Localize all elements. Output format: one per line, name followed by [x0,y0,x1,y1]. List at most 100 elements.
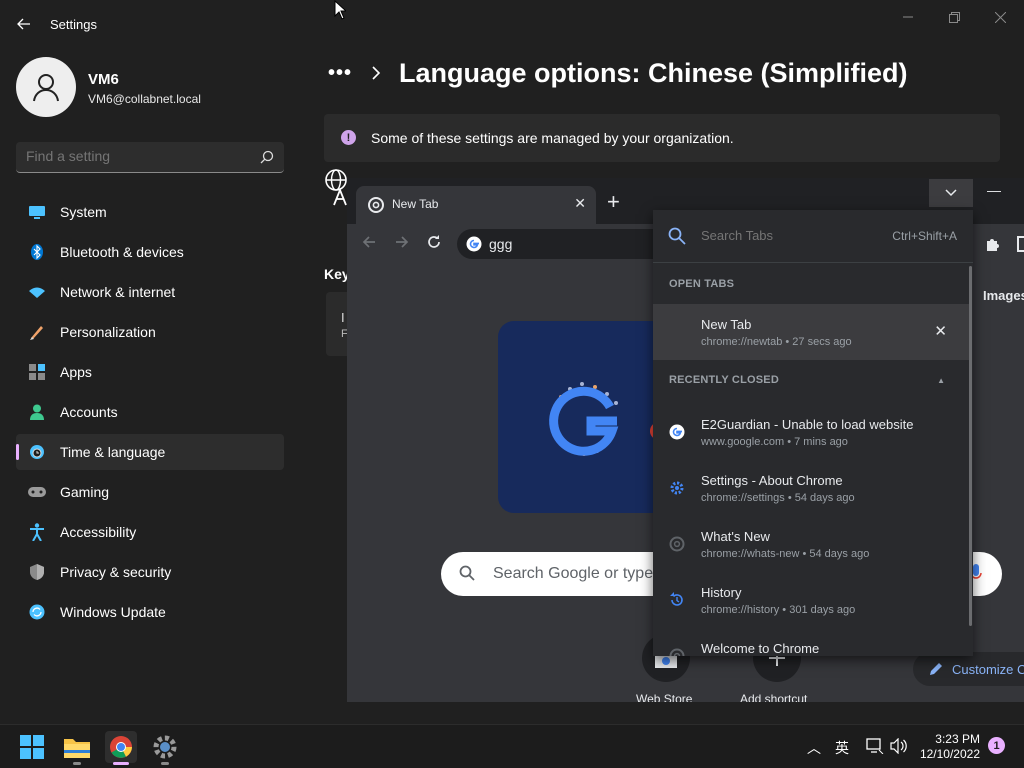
close-button[interactable] [978,6,1022,28]
gear-icon [153,735,177,759]
nav-label: Network & internet [60,284,176,300]
windows-logo-icon [20,735,44,759]
side-panel-icon[interactable] [1017,236,1024,252]
nav-label: Personalization [60,324,156,340]
history-icon [669,592,685,608]
extensions-icon[interactable] [985,236,1001,252]
nav-item-privacy[interactable]: Privacy & security [16,554,284,590]
active-indicator [113,762,129,765]
tab-item-meta: chrome://history • 301 days ago [701,604,856,616]
settings-taskbar-button[interactable] [149,731,181,765]
update-icon [28,603,46,621]
nav-label: Apps [60,364,92,380]
bluetooth-icon [28,243,46,261]
customize-chrome-button[interactable]: Customize C [913,652,1024,686]
back-arrow-icon[interactable] [14,14,34,34]
divider [653,262,973,263]
recently-closed-item[interactable]: Welcome to Chrome [653,628,969,656]
chrome-minimize-button[interactable]: — [987,182,1001,198]
recently-closed-item[interactable]: Settings - About Chrome chrome://setting… [653,460,969,516]
shortcut-label: Web Store [636,692,693,702]
pencil-icon [930,663,942,675]
nav-item-time-language[interactable]: Time & language [16,434,284,470]
settings-nav: System Bluetooth & devices Network & int… [16,194,284,634]
person-icon [28,403,46,421]
tab-search-popup: Ctrl+Shift+A OPEN TABS New Tab chrome://… [653,210,973,656]
nav-label: Privacy & security [60,564,172,580]
accessibility-icon [28,523,46,541]
close-tab-icon[interactable]: ✕ [934,322,947,340]
avatar[interactable] [16,57,76,117]
nav-item-accessibility[interactable]: Accessibility [16,514,284,550]
volume-icon[interactable] [890,738,908,754]
open-tab-item[interactable]: New Tab chrome://newtab • 27 secs ago ✕ [653,304,969,360]
tab-item-meta: www.google.com • 7 mins ago [701,436,848,448]
ime-indicator[interactable]: 英 [835,738,849,758]
tab-item-title: History [701,585,742,600]
settings-search[interactable] [16,142,284,173]
app-title: Settings [50,17,97,32]
recently-closed-item[interactable]: History chrome://history • 301 days ago [653,572,969,628]
google-logo-icon [549,382,668,456]
search-input[interactable] [26,148,246,164]
tab-new-tab[interactable]: New Tab ✕ [356,186,596,224]
chrome-icon [669,536,685,552]
taskbar: ︿ 英 3:23 PM 12/10/2022 1 [0,724,1024,768]
nav-item-gaming[interactable]: Gaming [16,474,284,510]
clock-date: 12/10/2022 [919,747,980,761]
nav-label: System [60,204,107,220]
recently-closed-header: RECENTLY CLOSED [669,374,779,386]
recently-closed-item[interactable]: E2Guardian - Unable to load website www.… [653,404,969,460]
tab-search-button[interactable] [929,179,973,207]
nav-item-apps[interactable]: Apps [16,354,284,390]
scrollbar[interactable] [969,266,972,626]
monitor-icon [28,203,46,221]
running-indicator [73,762,81,765]
nav-item-system[interactable]: System [16,194,284,230]
person-icon [33,74,59,102]
gamepad-icon [28,483,46,501]
tab-search-input[interactable] [701,228,871,243]
chevron-up-icon[interactable]: ︿ [807,738,821,758]
forward-icon[interactable] [394,234,410,250]
reload-icon[interactable] [426,234,442,250]
nav-label: Gaming [60,484,110,500]
start-button[interactable] [16,731,48,763]
images-link[interactable]: Images [983,288,1024,303]
nav-item-windows-update[interactable]: Windows Update [16,594,284,630]
tab-item-meta: chrome://whats-new • 54 days ago [701,548,870,560]
maximize-button[interactable] [932,6,976,28]
back-icon[interactable] [361,234,377,250]
open-tabs-header: OPEN TABS [669,278,735,290]
tab-item-meta: chrome://settings • 54 days ago [701,492,855,504]
nav-item-accounts[interactable]: Accounts [16,394,284,430]
google-doodle[interactable] [498,321,668,513]
page-title: Language options: Chinese (Simplified) [399,58,908,88]
google-icon [466,236,482,252]
restore-icon [948,11,960,23]
nav-item-personalization[interactable]: Personalization [16,314,284,350]
tab-close-icon[interactable]: ✕ [574,195,586,212]
clock[interactable]: 3:23 PM 12/10/2022 [918,732,980,762]
notification-badge[interactable]: 1 [988,737,1005,754]
breadcrumb-more-button[interactable]: ••• [328,62,352,85]
nav-item-network[interactable]: Network & internet [16,274,284,310]
chrome-icon [110,736,132,758]
new-tab-button[interactable]: + [607,189,620,215]
customize-label: Customize C [952,662,1024,677]
file-explorer-button[interactable] [61,731,93,765]
google-icon [669,424,685,440]
collapse-icon[interactable]: ▲ [937,376,945,385]
recently-closed-item[interactable]: What's New chrome://whats-new • 54 days … [653,516,969,572]
managed-banner: ! Some of these settings are managed by … [324,114,1000,162]
folder-icon [64,739,90,758]
mouse-cursor-icon [334,0,346,20]
gear-icon [669,480,685,496]
network-icon[interactable] [866,738,884,754]
card-text-partial: I [341,310,345,325]
chevron-down-icon [945,189,957,197]
nav-item-bluetooth[interactable]: Bluetooth & devices [16,234,284,270]
minimize-button[interactable] [886,6,930,28]
chrome-taskbar-button[interactable] [105,731,137,765]
blank-favicon-icon [669,324,685,340]
